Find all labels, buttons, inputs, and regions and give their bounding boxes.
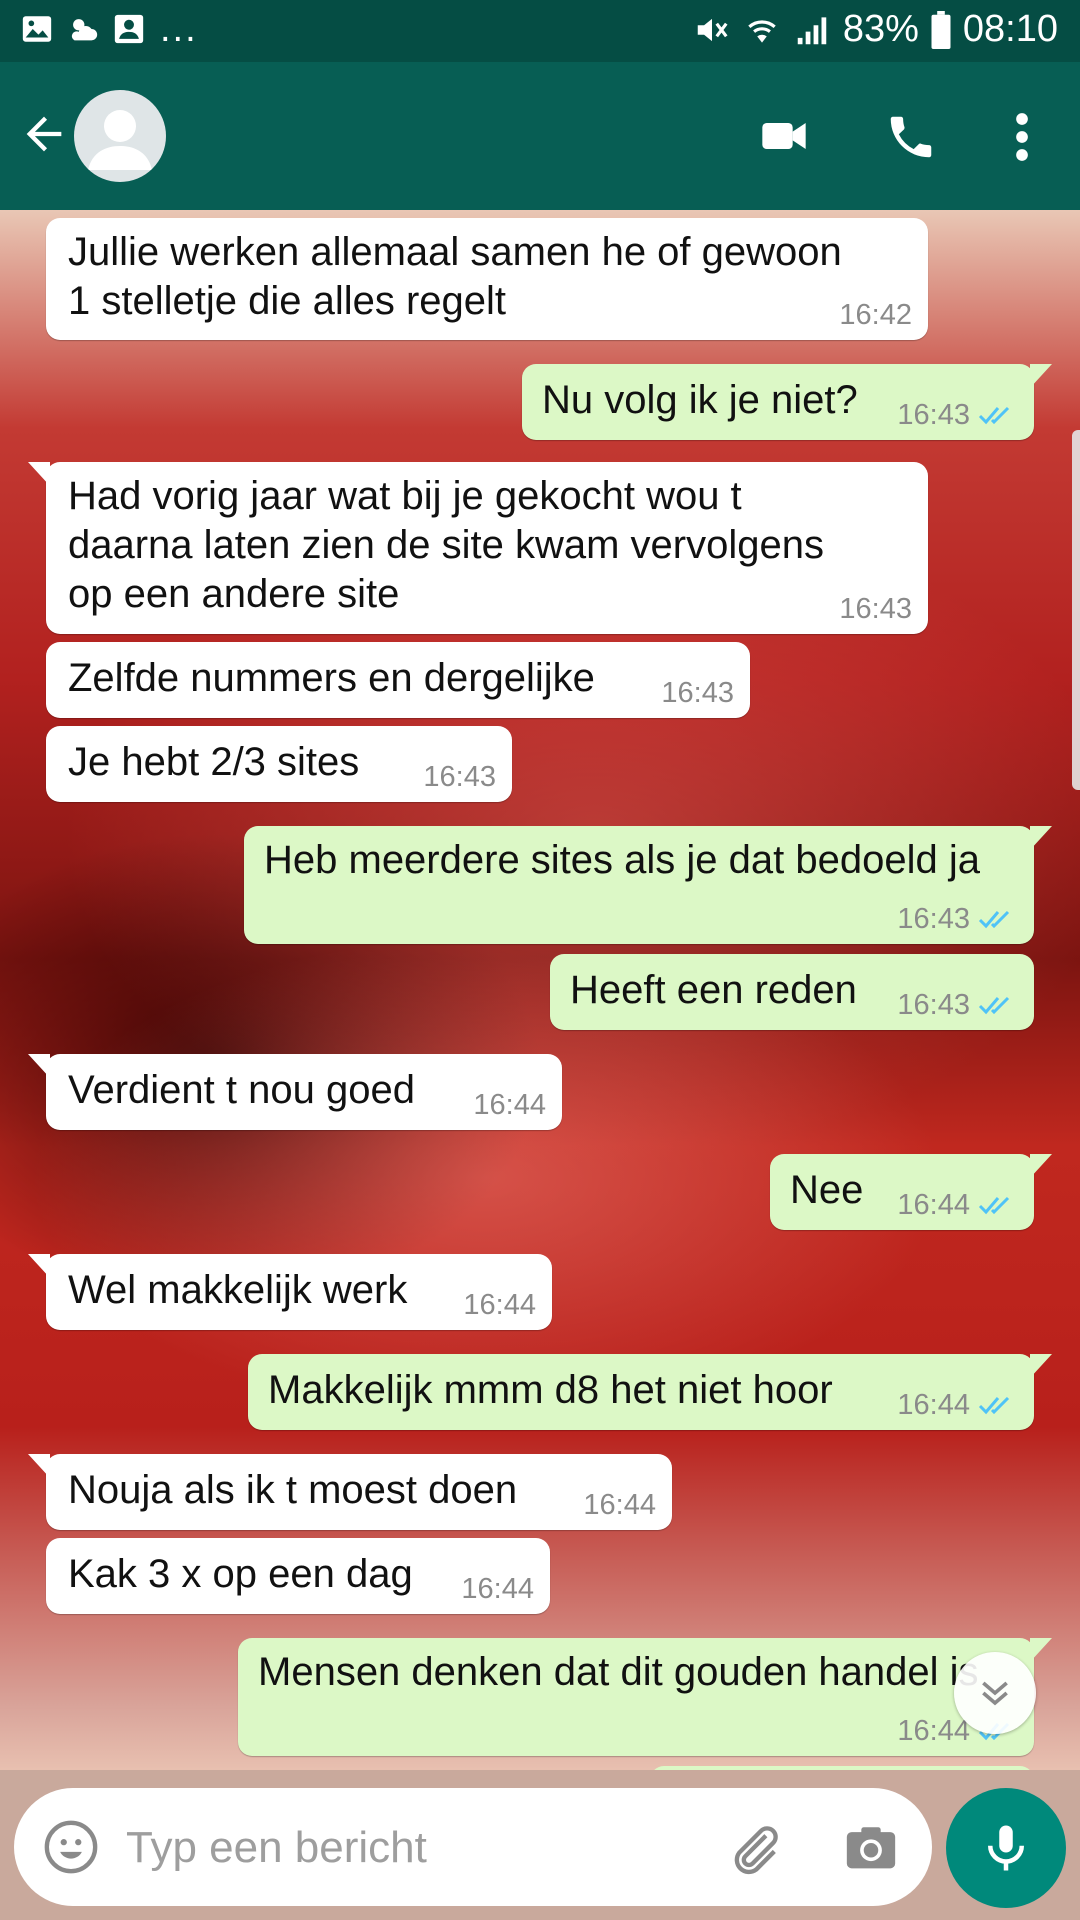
message-incoming[interactable]: Je hebt 2/3 sites 16:43	[46, 726, 512, 802]
avatar[interactable]	[74, 90, 166, 182]
message-incoming[interactable]: Jullie werken allemaal samen he of gewoo…	[46, 218, 928, 340]
message-text: Zelfde nummers en dergelijke	[68, 656, 595, 700]
more-options-icon[interactable]	[1006, 110, 1038, 164]
message-input-box[interactable]: Typ een bericht	[14, 1788, 932, 1906]
default-avatar-icon	[88, 110, 152, 170]
message-outgoing[interactable]: Makkelijk mmm d8 het niet hoor 16:44	[248, 1354, 1052, 1430]
message-text: Wel makkelijk werk	[68, 1268, 408, 1312]
video-call-icon[interactable]	[756, 110, 812, 162]
message-time: 16:42	[839, 299, 912, 331]
camera-icon[interactable]	[842, 1820, 900, 1878]
emoji-icon[interactable]	[42, 1818, 100, 1876]
message-time: 16:43	[423, 761, 496, 793]
message-outgoing[interactable]: Mensen denken dat dit gouden handel is 1…	[238, 1638, 1052, 1756]
message-text: Verdient t nou goed	[68, 1068, 415, 1112]
message-time: 16:43	[661, 677, 734, 709]
wifi-icon	[748, 19, 776, 43]
scrollbar[interactable]	[1072, 430, 1080, 790]
status-right: 83% 08:10	[693, 8, 1058, 51]
message-time: 16:43	[897, 989, 970, 1021]
status-overflow: ...	[160, 8, 198, 50]
message-text: Jullie werken allemaal samen he of gewoo…	[68, 230, 842, 323]
message-text: Mensen denken dat dit gouden handel is	[258, 1650, 979, 1694]
gallery-icon	[22, 16, 52, 42]
message-time: 16:44	[461, 1573, 534, 1605]
microphone-icon	[988, 1825, 1024, 1871]
contact-card-icon	[114, 14, 144, 44]
attach-icon[interactable]	[726, 1820, 784, 1878]
message-incoming[interactable]: Had vorig jaar wat bij je gekocht wou t …	[28, 462, 928, 634]
message-outgoing[interactable]: Nee 16:44	[770, 1154, 1052, 1230]
message-time: 16:44	[897, 1715, 970, 1747]
input-bar: Typ een bericht	[0, 1770, 1080, 1920]
message-incoming[interactable]: Nouja als ik t moest doen 16:44	[28, 1454, 672, 1530]
message-time: 16:44	[473, 1089, 546, 1121]
message-incoming[interactable]: Zelfde nummers en dergelijke 16:43	[46, 642, 750, 718]
phone-call-icon[interactable]	[884, 110, 938, 164]
read-ticks-icon	[978, 996, 1010, 1015]
message-text: Had vorig jaar wat bij je gekocht wou t …	[68, 474, 824, 616]
app-bar	[0, 62, 1080, 210]
message-incoming[interactable]: Kak 3 x op een dag 16:44	[46, 1538, 550, 1614]
message-time: 16:43	[897, 399, 970, 431]
microphone-button[interactable]	[946, 1788, 1066, 1908]
back-arrow-icon[interactable]	[18, 108, 70, 160]
read-ticks-icon	[978, 406, 1010, 425]
message-time: 16:43	[897, 903, 970, 935]
message-time: 16:44	[463, 1289, 536, 1321]
message-text: Heb meerdere sites als je dat bedoeld ja	[264, 838, 980, 882]
message-incoming[interactable]: Wel makkelijk werk 16:44	[28, 1254, 552, 1330]
battery-percent: 83%	[842, 8, 919, 50]
notification-icons: ...	[20, 8, 198, 50]
mute-icon	[697, 18, 728, 41]
message-input-placeholder[interactable]: Typ een bericht	[126, 1824, 427, 1872]
message-time: 16:44	[897, 1389, 970, 1421]
message-time: 16:43	[839, 593, 912, 625]
scroll-to-bottom-button[interactable]	[954, 1652, 1036, 1734]
signal-icon	[797, 16, 827, 44]
battery-icon	[931, 10, 951, 49]
read-ticks-icon	[978, 910, 1010, 929]
double-chevron-down-icon	[982, 1681, 1008, 1706]
read-ticks-icon	[978, 1396, 1010, 1415]
clock: 08:10	[962, 8, 1058, 50]
message-outgoing[interactable]: Heb meerdere sites als je dat bedoeld ja…	[244, 826, 1052, 944]
message-outgoing[interactable]: Nu volg ik je niet? 16:43	[522, 364, 1052, 440]
message-text: Nouja als ik t moest doen	[68, 1468, 518, 1512]
message-outgoing[interactable]: Heeft een reden 16:43	[550, 954, 1034, 1030]
message-time: 16:44	[897, 1189, 970, 1221]
weather-icon	[71, 19, 98, 41]
message-text: Kak 3 x op een dag	[68, 1552, 413, 1596]
status-bar: ... 83% 08:10	[0, 0, 1080, 62]
chat-area[interactable]: Jullie werken allemaal samen he of gewoo…	[0, 210, 1080, 1770]
read-ticks-icon	[978, 1196, 1010, 1215]
message-time: 16:44	[583, 1489, 656, 1521]
message-incoming[interactable]: Verdient t nou goed 16:44	[28, 1054, 562, 1130]
